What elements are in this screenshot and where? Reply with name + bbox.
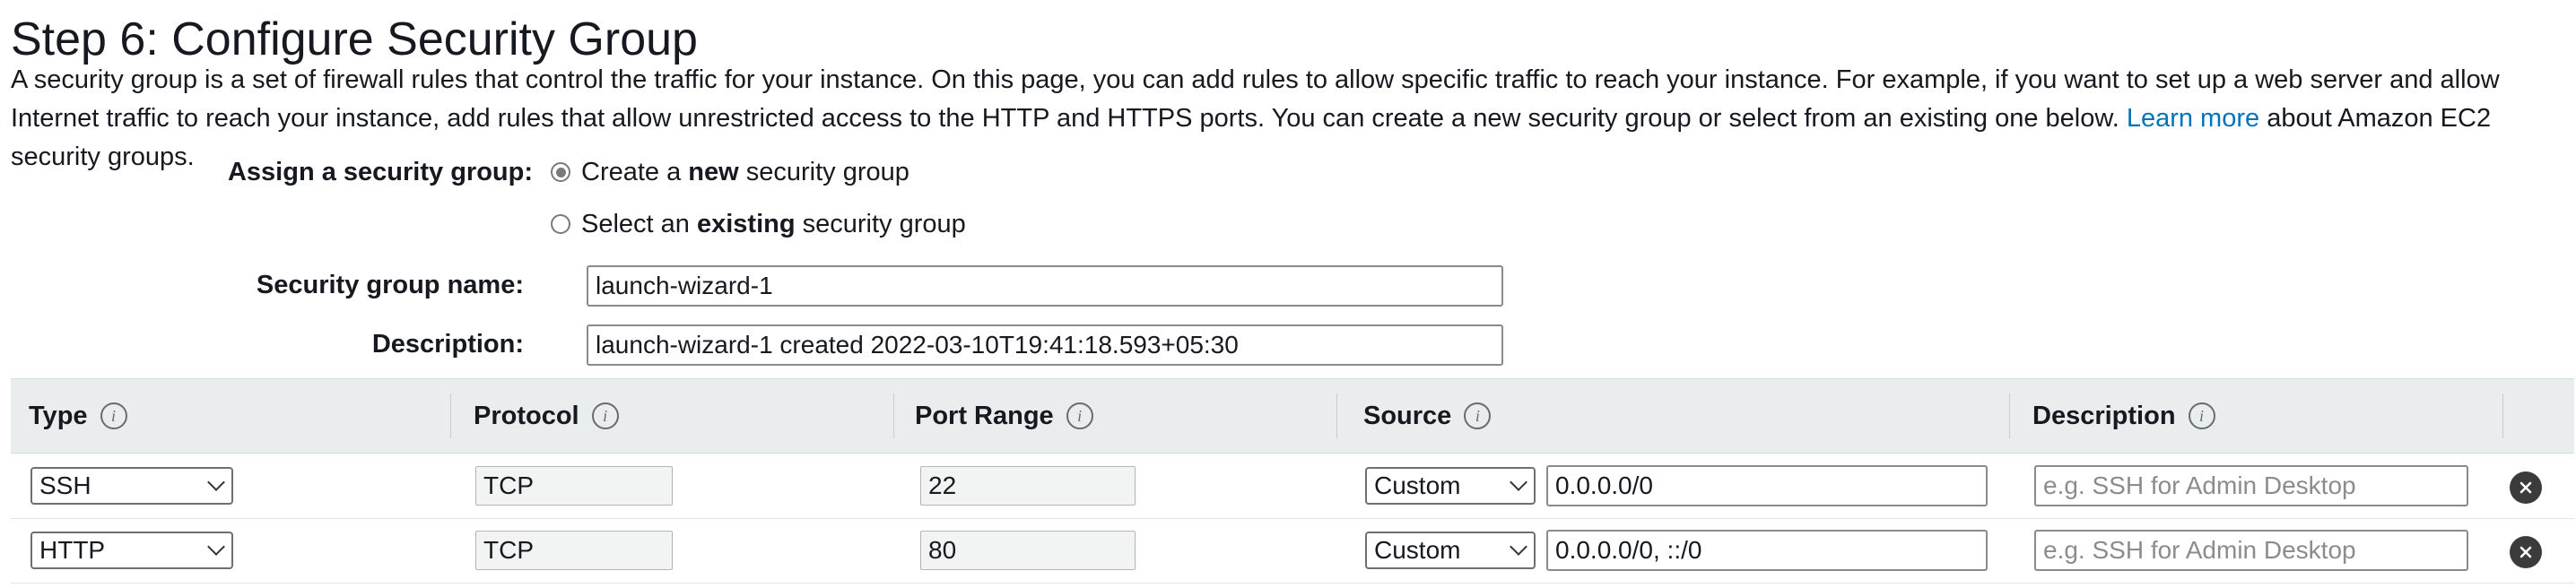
header-description-label: Description bbox=[2032, 401, 2176, 430]
select-existing-prefix: Select an bbox=[581, 209, 697, 238]
port-range-field: 22 bbox=[920, 466, 1136, 506]
chevron-down-icon bbox=[207, 538, 225, 556]
source-cidr-input[interactable] bbox=[1546, 465, 1988, 506]
column-divider bbox=[1336, 393, 1337, 438]
header-protocol-label: Protocol bbox=[474, 401, 579, 430]
security-group-name-label: Security group name: bbox=[256, 271, 524, 299]
group-description-label: Description: bbox=[371, 330, 524, 359]
remove-rule-button[interactable] bbox=[2510, 536, 2542, 568]
chevron-down-icon bbox=[1510, 538, 1527, 556]
rules-table-header: Type i Protocol i Port Range i Source i … bbox=[11, 378, 2574, 454]
close-icon bbox=[2519, 481, 2532, 494]
port-range-info-icon[interactable]: i bbox=[1066, 402, 1093, 429]
chevron-down-icon bbox=[1510, 473, 1527, 491]
select-existing-suffix: security group bbox=[795, 209, 966, 238]
select-existing-radio[interactable] bbox=[551, 214, 570, 234]
protocol-field: TCP bbox=[475, 531, 673, 570]
create-new-suffix: security group bbox=[738, 157, 909, 186]
header-port-range: Port Range i bbox=[915, 379, 1093, 453]
column-divider bbox=[893, 393, 894, 438]
column-divider bbox=[2009, 393, 2010, 438]
port-range-field: 80 bbox=[920, 531, 1136, 570]
configure-security-group-page: Step 6: Configure Security Group A secur… bbox=[0, 0, 2576, 588]
table-row: SSH TCP 22 Custom bbox=[11, 454, 2574, 519]
description-info-icon[interactable]: i bbox=[2188, 402, 2215, 429]
assign-group-label: Assign a security group: bbox=[227, 158, 533, 186]
header-type-label: Type bbox=[29, 401, 88, 430]
remove-rule-button[interactable] bbox=[2510, 471, 2542, 504]
column-divider bbox=[2502, 393, 2503, 438]
rule-description-input[interactable] bbox=[2034, 465, 2468, 506]
header-source-label: Source bbox=[1363, 401, 1452, 430]
create-new-prefix: Create a bbox=[581, 157, 689, 186]
security-group-name-input[interactable] bbox=[587, 265, 1503, 307]
chevron-down-icon bbox=[207, 473, 225, 491]
group-description-input[interactable] bbox=[587, 324, 1503, 366]
source-type-select[interactable]: Custom bbox=[1365, 467, 1536, 505]
source-info-icon[interactable]: i bbox=[1464, 402, 1492, 429]
source-cidr-input[interactable] bbox=[1546, 530, 1988, 571]
header-description: Description i bbox=[2032, 379, 2215, 453]
select-existing-bold: existing bbox=[696, 209, 796, 238]
rule-type-value: HTTP bbox=[39, 536, 106, 564]
source-type-value: Custom bbox=[1374, 471, 1461, 499]
rule-type-select[interactable]: HTTP bbox=[30, 532, 233, 569]
create-new-radio[interactable] bbox=[551, 162, 570, 182]
protocol-info-icon[interactable]: i bbox=[591, 402, 619, 429]
page-title: Step 6: Configure Security Group bbox=[11, 13, 698, 65]
column-divider bbox=[450, 393, 451, 438]
header-type: Type i bbox=[29, 379, 127, 453]
type-info-icon[interactable]: i bbox=[100, 402, 127, 429]
protocol-field: TCP bbox=[475, 466, 673, 506]
select-existing-group-option[interactable]: Select an existing security group bbox=[551, 206, 966, 242]
rule-type-value: SSH bbox=[39, 471, 91, 499]
close-icon bbox=[2519, 546, 2532, 558]
learn-more-link[interactable]: Learn more bbox=[2127, 104, 2259, 133]
header-protocol: Protocol i bbox=[474, 379, 619, 453]
create-new-group-option[interactable]: Create a new security group bbox=[551, 154, 909, 190]
source-type-value: Custom bbox=[1374, 536, 1461, 564]
rule-description-input[interactable] bbox=[2034, 530, 2468, 571]
table-row: HTTP TCP 80 Custom bbox=[11, 518, 2574, 584]
header-port-range-label: Port Range bbox=[915, 401, 1054, 430]
create-new-bold: new bbox=[688, 157, 739, 186]
source-type-select[interactable]: Custom bbox=[1365, 532, 1536, 569]
header-source: Source i bbox=[1363, 379, 1492, 453]
rule-type-select[interactable]: SSH bbox=[30, 467, 233, 505]
